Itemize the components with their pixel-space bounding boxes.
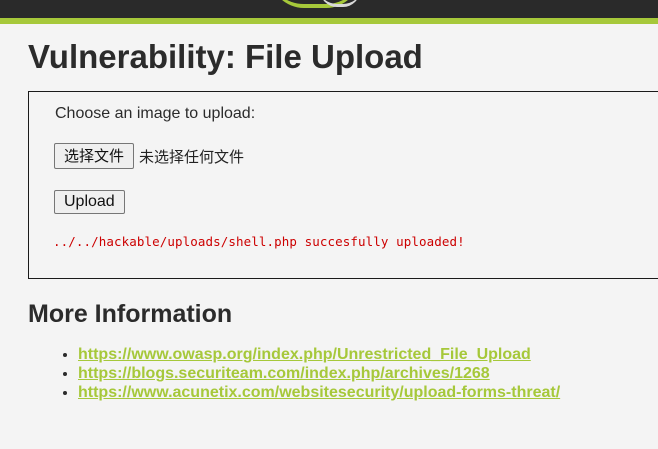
header-bar [0, 0, 658, 18]
securiteam-link[interactable]: https://blogs.securiteam.com/index.php/a… [78, 365, 490, 382]
list-item: https://www.acunetix.com/websitesecurity… [78, 383, 560, 402]
no-file-chosen-text: 未选择任何文件 [139, 147, 245, 166]
upload-result-message: ../../hackable/uploads/shell.php succesf… [53, 234, 465, 249]
choose-file-button[interactable]: 选择文件 [54, 143, 135, 169]
more-information-heading: More Information [28, 300, 233, 328]
acunetix-link[interactable]: https://www.acunetix.com/websitesecurity… [78, 384, 560, 401]
header-accent-bar [0, 18, 658, 24]
upload-prompt-label: Choose an image to upload: [55, 105, 256, 122]
file-input[interactable]: 选择文件 未选择任何文件 [54, 143, 244, 169]
more-information-links: https://www.owasp.org/index.php/Unrestri… [58, 345, 560, 402]
upload-button[interactable]: Upload [54, 190, 125, 214]
page-title: Vulnerability: File Upload [28, 38, 423, 75]
upload-form-box: Choose an image to upload: 选择文件 未选择任何文件 … [28, 91, 658, 279]
owasp-link[interactable]: https://www.owasp.org/index.php/Unrestri… [78, 346, 531, 363]
list-item: https://www.owasp.org/index.php/Unrestri… [78, 345, 560, 364]
list-item: https://blogs.securiteam.com/index.php/a… [78, 364, 560, 383]
